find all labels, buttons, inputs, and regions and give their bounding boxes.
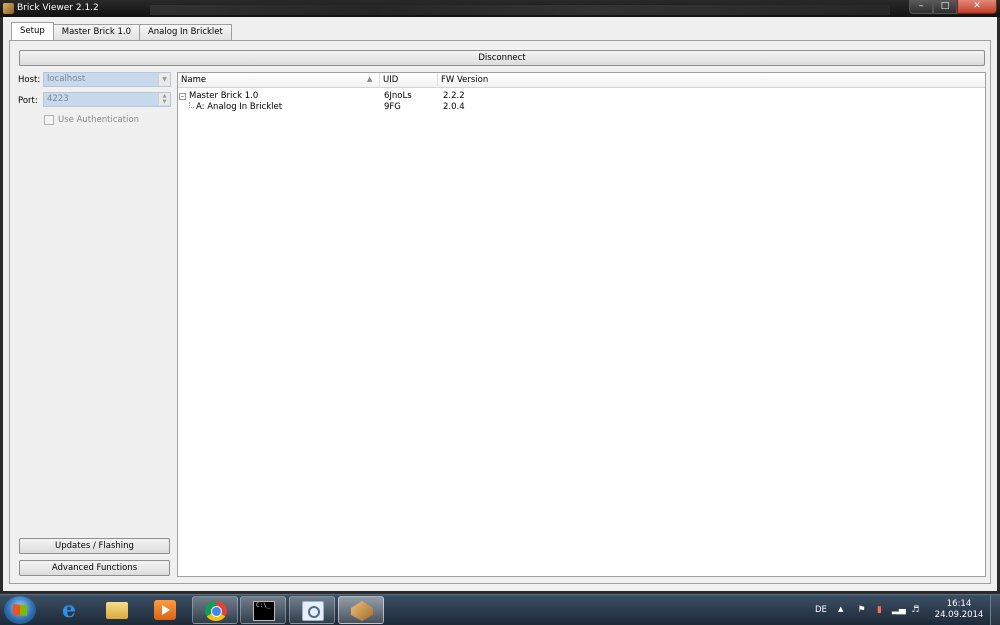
taskbar-media-player[interactable] (142, 596, 188, 624)
window-title: Brick Viewer 2.1.2 (17, 3, 99, 13)
internet-explorer-icon: e (62, 597, 76, 623)
port-value: 4223 (47, 94, 69, 104)
language-indicator[interactable]: DE (815, 605, 827, 625)
main-window: Setup Master Brick 1.0 Analog In Brickle… (0, 17, 1000, 594)
clock-time: 16:14 (946, 599, 972, 609)
spin-down-icon[interactable]: ▼ (158, 99, 170, 105)
row-name: A: Analog In Bricklet (196, 102, 283, 112)
column-uid[interactable]: UID (380, 73, 438, 88)
host-label: Host: (18, 75, 41, 85)
taskbar-chrome[interactable] (192, 596, 238, 624)
taskbar-file-explorer[interactable] (94, 596, 140, 624)
close-icon: ✕ (973, 1, 981, 11)
row-name: Master Brick 1.0 (189, 91, 259, 101)
media-player-icon (154, 600, 176, 620)
minimize-button[interactable]: – (909, 0, 933, 14)
tree-row-analog-in-bricklet[interactable]: A: Analog In Bricklet 9FG 2.0.4 (178, 102, 985, 113)
maximize-icon: □ (940, 1, 950, 11)
clock-date: 24.09.2014 (934, 610, 984, 620)
action-center-flag-icon[interactable]: ⚑ (856, 605, 867, 616)
background-windows-strip (150, 5, 890, 15)
setup-tab-pane: Disconnect Host: localhost ▼ Port: 4223 … (9, 40, 991, 584)
close-button[interactable]: ✕ (957, 0, 997, 14)
window-controls: – □ ✕ (909, 0, 997, 15)
folder-icon (106, 602, 128, 619)
chevron-down-icon[interactable]: ▼ (158, 73, 170, 86)
taskbar-internet-explorer[interactable]: e (46, 596, 92, 624)
minimize-icon: – (918, 1, 924, 11)
show-hidden-icons-icon[interactable]: ▲ (838, 605, 843, 625)
updates-flashing-button[interactable]: Updates / Flashing (19, 538, 170, 554)
tree-row-master-brick[interactable]: – Master Brick 1.0 6JnoLs 2.2.2 (178, 91, 985, 102)
taskbar-command-prompt[interactable]: C:\_ (240, 596, 286, 624)
host-combobox[interactable]: localhost ▼ (43, 72, 171, 87)
taskbar-brick-viewer[interactable] (338, 596, 384, 624)
row-uid: 9FG (384, 102, 401, 112)
network-signal-icon[interactable]: ▂▄ (892, 605, 906, 616)
use-authentication-label: Use Authentication (58, 115, 139, 125)
tree-branch-line (189, 102, 194, 108)
taskbar-search[interactable] (289, 596, 335, 624)
row-uid: 6JnoLs (384, 91, 412, 101)
column-name[interactable]: Name (178, 73, 380, 88)
start-button[interactable] (4, 596, 36, 624)
column-fw-version[interactable]: FW Version (438, 73, 985, 88)
show-desktop-button[interactable] (990, 595, 1000, 625)
tab-analog-in-bricklet[interactable]: Analog In Bricklet (138, 24, 232, 40)
sort-ascending-icon: ▲ (367, 75, 373, 83)
disconnect-button[interactable]: Disconnect (19, 50, 985, 66)
power-icon[interactable]: ▮ (874, 605, 885, 616)
chrome-icon (205, 601, 227, 621)
brick-viewer-app-icon (3, 3, 14, 14)
row-fw: 2.0.4 (443, 102, 465, 112)
search-icon (302, 601, 324, 621)
device-tree[interactable]: Name ▲ UID FW Version – Master Brick 1.0… (177, 72, 986, 577)
port-spinbox[interactable]: 4223 ▲ ▼ (43, 92, 171, 107)
brick-viewer-icon (351, 601, 373, 621)
tab-bar: Setup Master Brick 1.0 Analog In Brickle… (11, 22, 232, 40)
advanced-functions-button[interactable]: Advanced Functions (19, 560, 170, 576)
tab-setup[interactable]: Setup (11, 22, 54, 40)
row-fw: 2.2.2 (443, 91, 465, 101)
port-label: Port: (18, 96, 38, 106)
tree-header: Name ▲ UID FW Version (178, 73, 985, 88)
command-prompt-icon: C:\_ (253, 601, 275, 621)
tab-master-brick[interactable]: Master Brick 1.0 (52, 24, 140, 40)
title-bar[interactable]: Brick Viewer 2.1.2 – □ ✕ (0, 0, 1000, 17)
clock[interactable]: 16:14 24.09.2014 (934, 599, 984, 621)
windows-logo-icon (13, 604, 27, 616)
use-authentication-checkbox[interactable] (44, 115, 54, 125)
collapse-icon[interactable]: – (179, 93, 186, 100)
volume-icon[interactable]: ♬ (910, 605, 921, 616)
host-value: localhost (47, 74, 86, 84)
taskbar: e C:\_ DE ▲ ⚑ ▮ ▂▄ ♬ 16:14 24.09.2014 (0, 594, 1000, 625)
maximize-button[interactable]: □ (933, 0, 957, 14)
